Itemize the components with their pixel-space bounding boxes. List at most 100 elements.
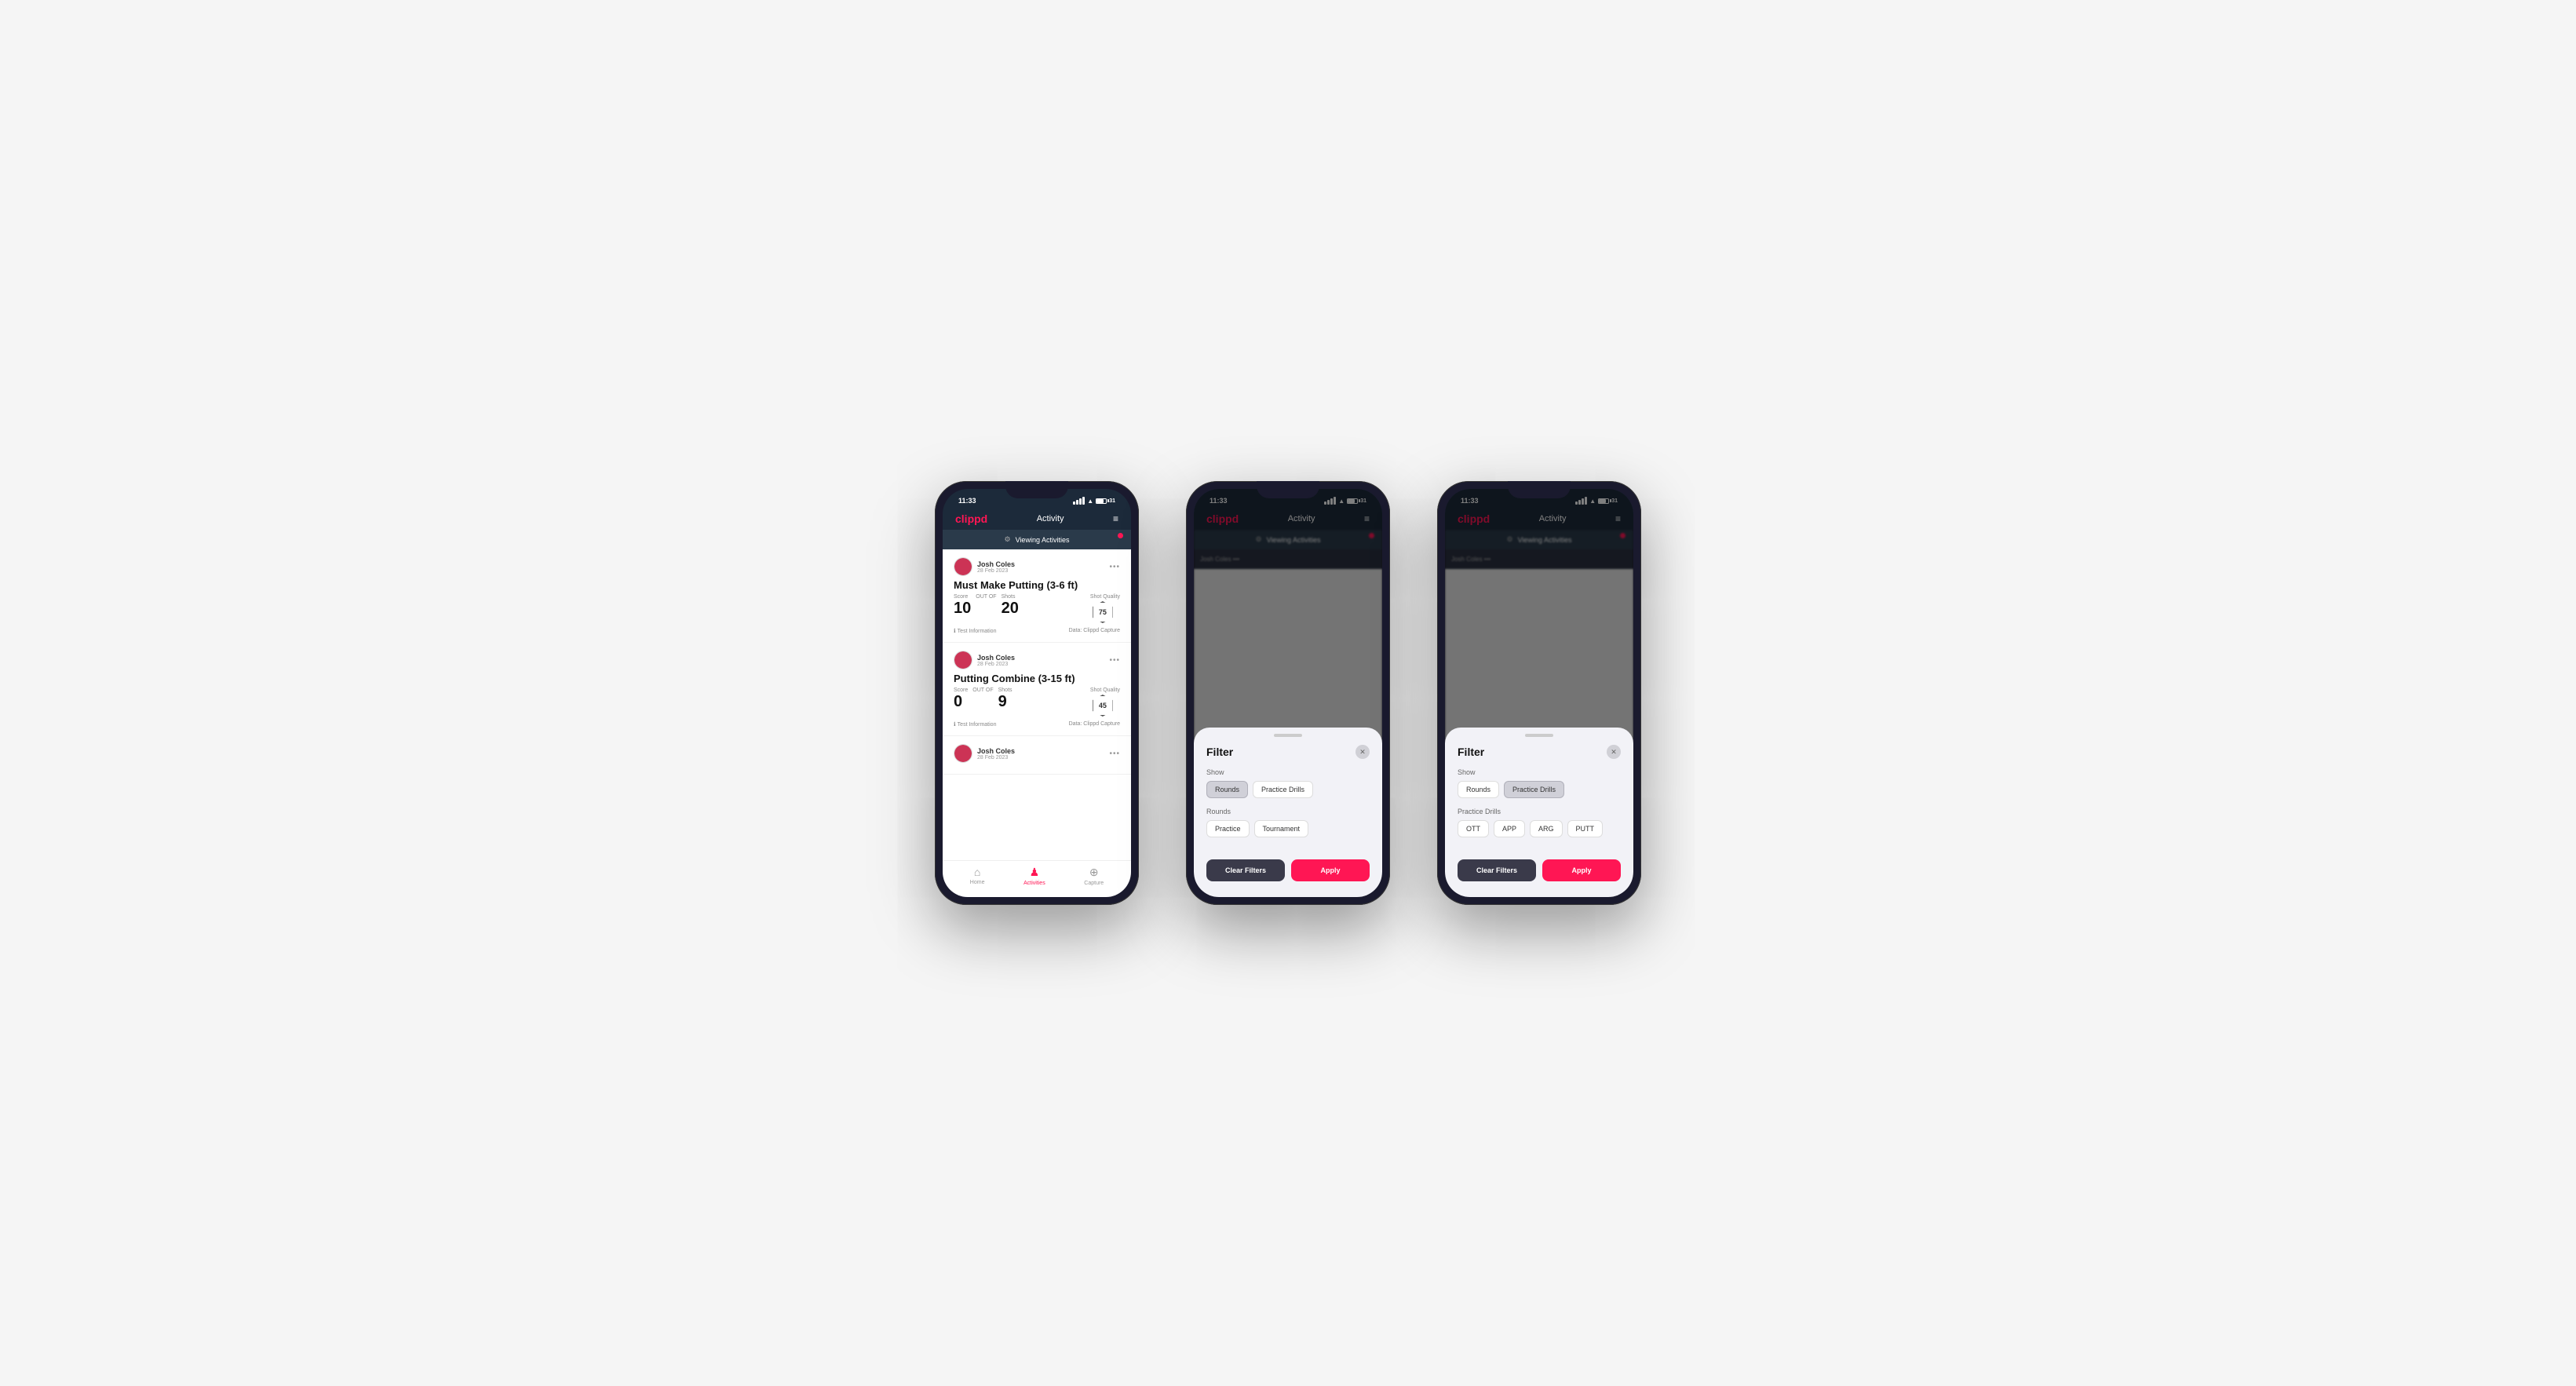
chip-rounds-2[interactable]: Rounds: [1206, 781, 1248, 798]
shots-label-1: Shots: [1002, 594, 1019, 600]
filter-actions-3: Clear Filters Apply: [1445, 852, 1633, 881]
practice-drills-label-3: Practice Drills: [1458, 808, 1621, 815]
rounds-chips-2: Practice Tournament: [1206, 820, 1370, 837]
filter-sheet-3: Filter ✕ Show Rounds Practice Drills Pra…: [1445, 728, 1633, 897]
avatar-1: [954, 557, 972, 576]
activity-card-1: Josh Coles 28 Feb 2023 ••• Must Make Put…: [943, 549, 1131, 643]
chip-practice-2[interactable]: Practice: [1206, 820, 1250, 837]
score-label-1: Score: [954, 594, 971, 600]
show-chips-2: Rounds Practice Drills: [1206, 781, 1370, 798]
user-info-3: Josh Coles 28 Feb 2023: [954, 744, 1015, 763]
user-date-3: 28 Feb 2023: [977, 755, 1015, 760]
filter-actions-2: Clear Filters Apply: [1194, 852, 1382, 881]
activity-card-2: Josh Coles 28 Feb 2023 ••• Putting Combi…: [943, 643, 1131, 736]
time-1: 11:33: [958, 497, 976, 505]
more-dots-2[interactable]: •••: [1109, 656, 1120, 665]
data-source-2: Data: Clippd Capture: [1069, 721, 1120, 728]
activity-title-2: Putting Combine (3-15 ft): [954, 673, 1120, 684]
score-value-2: 0: [954, 693, 962, 710]
user-date-1: 28 Feb 2023: [977, 568, 1015, 574]
close-btn-2[interactable]: ✕: [1356, 745, 1370, 759]
sq-value-2: 45: [1099, 702, 1107, 709]
user-info-1: Josh Coles 28 Feb 2023: [954, 557, 1015, 576]
filter-sheet-2: Filter ✕ Show Rounds Practice Drills Rou…: [1194, 728, 1382, 897]
home-icon-1: ⌂: [974, 866, 980, 878]
show-label-3: Show: [1458, 768, 1621, 776]
score-value-1: 10: [954, 600, 971, 617]
menu-icon-1[interactable]: ≡: [1113, 513, 1118, 524]
activity-card-3: Josh Coles 28 Feb 2023 •••: [943, 736, 1131, 775]
rounds-label-2: Rounds: [1206, 808, 1370, 815]
chip-rounds-3[interactable]: Rounds: [1458, 781, 1499, 798]
bottom-nav-1: ⌂ Home ♟ Activities ⊕ Capture: [943, 860, 1131, 897]
user-name-2: Josh Coles: [977, 654, 1015, 662]
more-dots-3[interactable]: •••: [1109, 750, 1120, 758]
filter-body-2: Show Rounds Practice Drills Rounds Pract…: [1194, 764, 1382, 852]
shots-value-1: 20: [1002, 600, 1019, 617]
shots-label-2: Shots: [998, 688, 1013, 693]
clear-filters-btn-3[interactable]: Clear Filters: [1458, 859, 1536, 881]
battery-icon-1: [1096, 498, 1107, 504]
header-title-1: Activity: [1037, 514, 1064, 523]
notch-3: [1508, 481, 1571, 498]
app-header-1: clippd Activity ≡: [943, 508, 1131, 530]
nav-home-1[interactable]: ⌂ Home: [970, 866, 985, 886]
user-info-2: Josh Coles 28 Feb 2023: [954, 651, 1015, 669]
nav-home-label-1: Home: [970, 880, 985, 885]
avatar-2: [954, 651, 972, 669]
practice-drills-chips-3: OTT APP ARG PUTT: [1458, 820, 1621, 837]
viewing-bar-1[interactable]: ⚙ Viewing Activities: [943, 530, 1131, 549]
battery-pct-1: 31: [1109, 498, 1115, 504]
phone-2: 11:33 ▲ 31 clippd: [1186, 481, 1390, 905]
filter-title-3: Filter: [1458, 746, 1484, 758]
chip-practice-drills-2[interactable]: Practice Drills: [1253, 781, 1313, 798]
avatar-3: [954, 744, 972, 763]
out-of-2: OUT OF: [972, 688, 993, 693]
close-btn-3[interactable]: ✕: [1607, 745, 1621, 759]
chip-tournament-2[interactable]: Tournament: [1254, 820, 1309, 837]
filter-body-3: Show Rounds Practice Drills Practice Dri…: [1445, 764, 1633, 852]
out-of-1: OUT OF: [976, 594, 996, 600]
scroll-content-1: Josh Coles 28 Feb 2023 ••• Must Make Put…: [943, 549, 1131, 860]
user-name-3: Josh Coles: [977, 747, 1015, 755]
chip-ott-3[interactable]: OTT: [1458, 820, 1489, 837]
chip-putt-3[interactable]: PUTT: [1567, 820, 1604, 837]
capture-icon-1: ⊕: [1089, 866, 1099, 879]
scene: 11:33 ▲ 31 clippd: [888, 434, 1688, 952]
more-dots-1[interactable]: •••: [1109, 563, 1120, 571]
filter-title-2: Filter: [1206, 746, 1233, 758]
phone-3: 11:33 ▲ 31 clippd: [1437, 481, 1641, 905]
sq-wrap-1: Shot Quality 75: [1090, 594, 1120, 625]
red-dot-1: [1118, 533, 1123, 538]
data-source-1: Data: Clippd Capture: [1069, 628, 1120, 634]
sq-label-2: Shot Quality: [1090, 688, 1120, 693]
logo-1: clippd: [955, 512, 987, 525]
show-chips-3: Rounds Practice Drills: [1458, 781, 1621, 798]
nav-capture-label-1: Capture: [1084, 881, 1104, 886]
sq-value-1: 75: [1099, 608, 1107, 616]
test-info-2: ℹ Test Information: [954, 721, 996, 728]
apply-btn-2[interactable]: Apply: [1291, 859, 1370, 881]
activities-icon-1: ♟: [1030, 866, 1040, 879]
status-icons-1: ▲ 31: [1073, 497, 1115, 505]
activity-title-1: Must Make Putting (3-6 ft): [954, 579, 1120, 591]
notch: [1005, 481, 1068, 498]
viewing-bar-text-1: Viewing Activities: [1016, 536, 1070, 544]
nav-capture-1[interactable]: ⊕ Capture: [1084, 866, 1104, 886]
wifi-icon-1: ▲: [1087, 498, 1093, 505]
sq-wrap-2: Shot Quality 45: [1090, 688, 1120, 718]
apply-btn-3[interactable]: Apply: [1542, 859, 1621, 881]
clear-filters-btn-2[interactable]: Clear Filters: [1206, 859, 1285, 881]
phone-1: 11:33 ▲ 31 clippd: [935, 481, 1139, 905]
nav-activities-1[interactable]: ♟ Activities: [1023, 866, 1045, 886]
chip-practice-drills-3[interactable]: Practice Drills: [1504, 781, 1564, 798]
filter-icon-1: ⚙: [1005, 535, 1011, 544]
notch-2: [1257, 481, 1319, 498]
test-info-1: ℹ Test Information: [954, 628, 996, 634]
show-label-2: Show: [1206, 768, 1370, 776]
score-label-2: Score: [954, 688, 968, 693]
chip-app-3[interactable]: APP: [1494, 820, 1525, 837]
chip-arg-3[interactable]: ARG: [1530, 820, 1563, 837]
shots-value-2: 9: [998, 693, 1007, 710]
user-date-2: 28 Feb 2023: [977, 662, 1015, 667]
